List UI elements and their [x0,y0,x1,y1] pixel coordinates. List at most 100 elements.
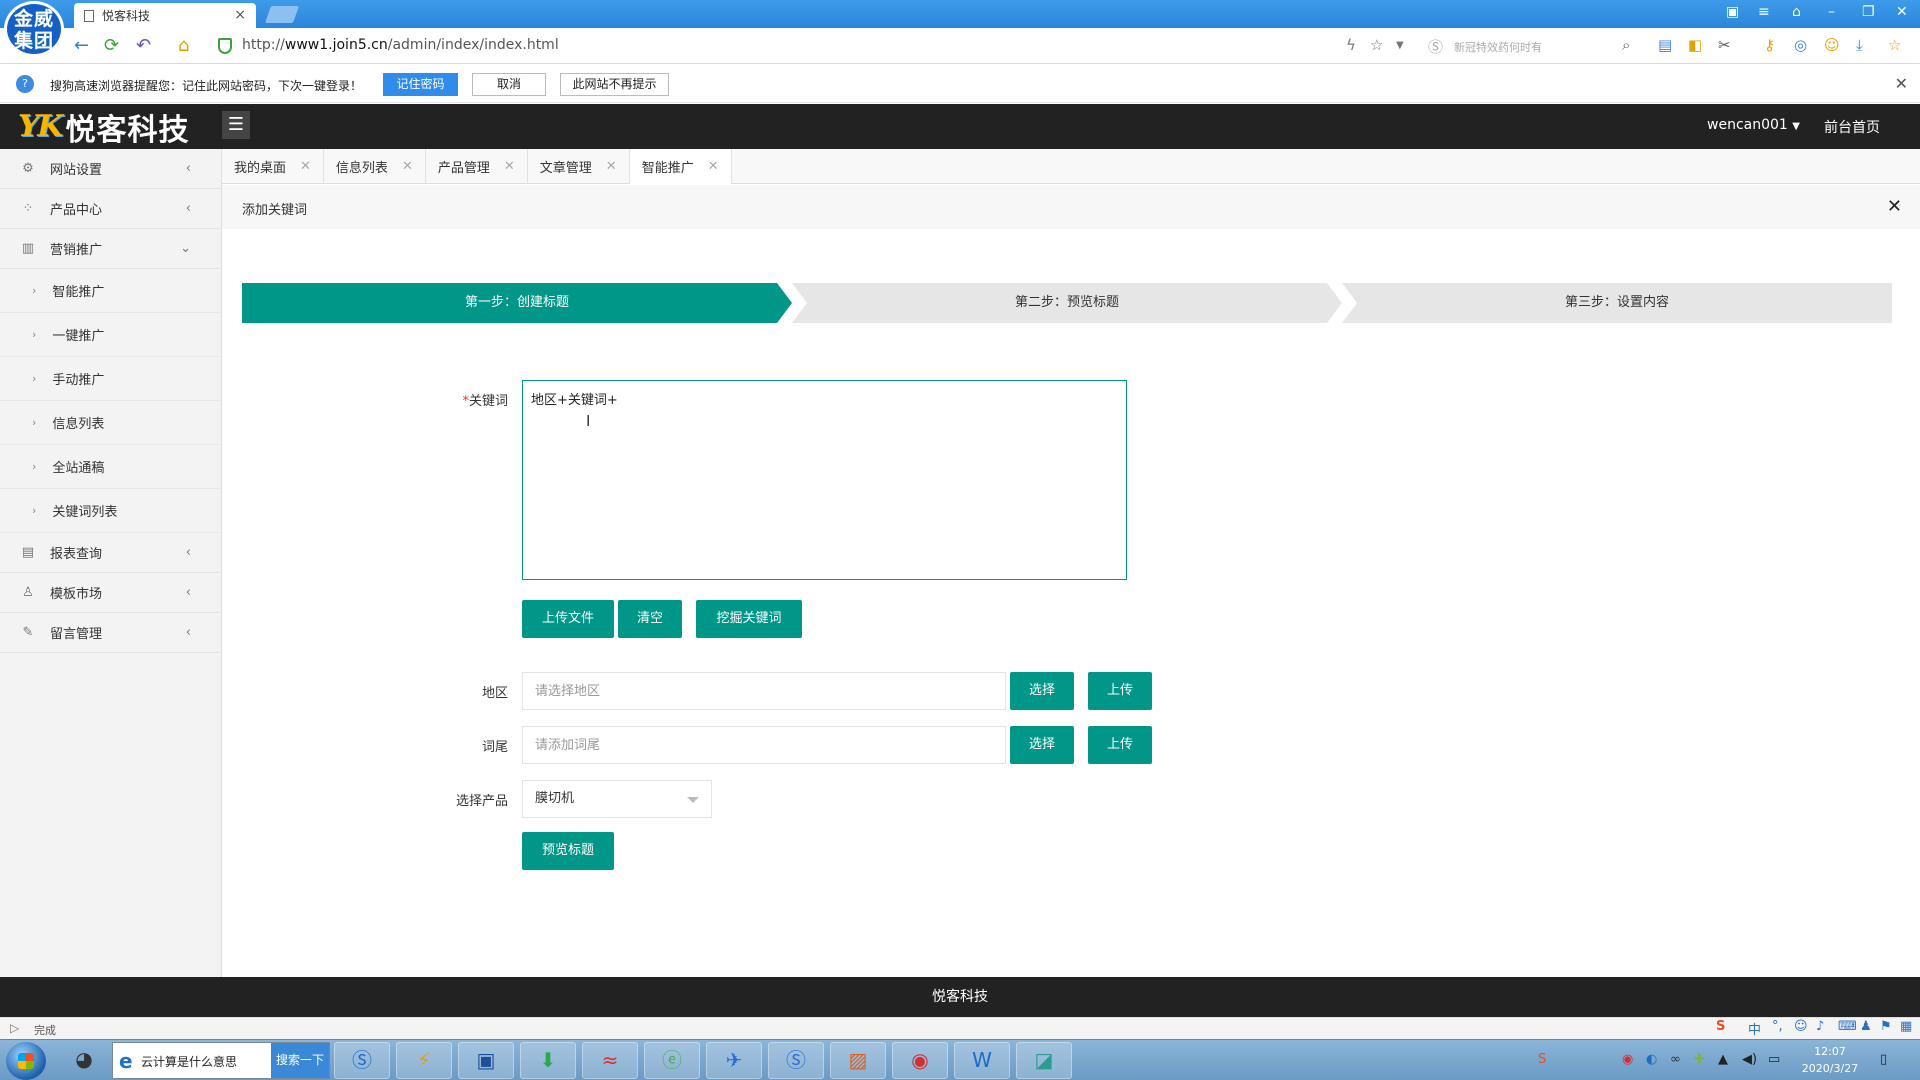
wps-icon[interactable]: W [954,1042,1010,1079]
sidebar-subitem-manual-promo[interactable]: › 手动推广 [0,357,221,401]
security-icon[interactable]: ✚ [1694,1052,1705,1067]
tab-product-management[interactable]: 产品管理 ✕ [426,149,528,184]
undo-icon[interactable]: ↶ [136,35,151,56]
taskbar-search-button[interactable]: 搜索一下 [271,1043,329,1078]
sidebar-item-marketing[interactable]: ▥ 营销推广 ⌄ [0,229,221,269]
sogou-tray-icon-2[interactable]: ◐ [1646,1052,1657,1067]
menu-icon[interactable]: ≡ [1758,4,1770,20]
taskbar-search[interactable]: e 云计算是什么意思 搜索一下 [112,1042,330,1079]
flag-icon[interactable]: ▭ [1768,1052,1780,1067]
suffix-input[interactable] [522,726,1006,764]
start-button[interactable] [6,1042,46,1080]
taskbar-search-input[interactable]: 云计算是什么意思 [141,1053,237,1070]
translate-icon[interactable]: ▤ [1658,36,1672,54]
sogou-browser-icon[interactable]: Ⓢ [334,1042,390,1079]
home-icon[interactable]: ⌂ [178,35,189,56]
ftp-icon[interactable]: ⚡ [396,1042,452,1079]
flash-icon[interactable]: ϟ [1346,36,1356,54]
sogou-input-icon[interactable]: Ⓢ [768,1042,824,1079]
punctuation-icon[interactable]: °, [1772,1019,1783,1034]
mic-icon[interactable]: ♪ [1816,1019,1824,1034]
browser-search-input[interactable]: 新冠特效药何时有 [1454,39,1542,55]
bookmark-star-icon[interactable]: ☆ [1370,36,1383,54]
skin-icon[interactable]: ⚑ [1880,1019,1892,1034]
image-viewer-icon[interactable]: ▨ [830,1042,886,1079]
dingtalk-icon[interactable]: ✈ [706,1042,762,1079]
record-icon[interactable]: ◉ [1622,1052,1633,1067]
sogou-tray-icon[interactable]: S [1538,1052,1546,1067]
close-icon[interactable]: ✕ [606,159,617,174]
clear-button[interactable]: 清空 [618,600,682,638]
sidebar-subitem-press-release[interactable]: › 全站通稿 [0,445,221,489]
favorites-icon[interactable]: ☆ [1888,36,1901,54]
sogou-ime-icon[interactable]: S [1716,1019,1725,1034]
tab-my-desktop[interactable]: 我的桌面 ✕ [222,149,324,184]
download-icon[interactable]: ⤓ [1856,36,1863,54]
minimize-button[interactable]: – [1828,4,1835,20]
tab-smart-promo[interactable]: 智能推广 ✕ [629,149,732,184]
browser-tab[interactable]: 悦客科技 × [74,3,256,28]
desktop-app-icon[interactable]: ◪ [1016,1042,1072,1079]
close-icon[interactable]: ✕ [504,159,515,174]
volume-icon[interactable]: ◀) [1742,1052,1757,1067]
extension-icon[interactable]: ◧ [1688,36,1702,54]
back-icon[interactable]: ← [74,35,89,56]
download-manager-icon[interactable]: ⬇ [520,1042,576,1079]
suffix-select-button[interactable]: 选择 [1010,726,1074,764]
close-icon[interactable]: ✕ [708,159,719,174]
sidebar-item-reports[interactable]: ▤ 报表查询 ‹ [0,533,221,573]
iqiyi-icon[interactable]: ⓔ [644,1042,700,1079]
refresh-icon[interactable]: ⟳ [104,35,119,56]
user-menu[interactable]: wencan001 ▼ [1707,117,1800,133]
screenshot-icon[interactable]: ✂ [1718,36,1731,54]
media-player-icon[interactable]: ◉ [892,1042,948,1079]
region-upload-button[interactable]: 上传 [1088,672,1152,710]
region-input[interactable] [522,672,1006,710]
toolbox-icon[interactable]: ▦ [1900,1019,1912,1034]
upload-file-button[interactable]: 上传文件 [522,600,614,638]
tab-article-management[interactable]: 文章管理 ✕ [528,149,630,184]
close-icon[interactable]: ✕ [1887,196,1902,217]
sidebar-subitem-keyword-list[interactable]: › 关键词列表 [0,489,221,533]
cancel-button[interactable]: 取消 [472,73,546,96]
close-window-button[interactable]: ✕ [1896,4,1908,20]
never-remind-button[interactable]: 此网站不再提示 [560,73,669,96]
preview-title-button[interactable]: 预览标题 [522,832,614,870]
sidebar-item-products[interactable]: ⁘ 产品中心 ‹ [0,189,221,229]
skin-icon[interactable]: ⌂ [1792,4,1801,20]
close-icon[interactable]: ✕ [300,159,311,174]
sidebar-item-site-settings[interactable]: ⚙ 网站设置 ‹ [0,149,221,189]
sidebar-subitem-smart-promo[interactable]: › 智能推广 [0,269,221,313]
system-clock[interactable]: 12:07 2020/3/27 [1790,1043,1870,1077]
keyword-textarea[interactable] [522,380,1127,580]
menu-toggle-button[interactable]: ☰ [222,111,250,139]
network-icon[interactable]: ▣ [458,1042,514,1079]
sidebar-subitem-info-list[interactable]: › 信息列表 [0,401,221,445]
remember-password-button[interactable]: 记住密码 [383,73,458,96]
tab-info-list[interactable]: 信息列表 ✕ [324,149,426,184]
new-tab-button[interactable] [264,6,300,23]
emoji-icon[interactable]: ☺ [1794,1019,1808,1034]
chain-icon[interactable]: ∞ [1670,1052,1681,1067]
dropdown-icon[interactable]: ▼ [1396,40,1404,51]
product-select[interactable]: 膜切机 [522,780,712,818]
url-field[interactable]: http://www1.join5.cn/admin/index/index.h… [242,37,559,53]
browser-search[interactable]: Ⓢ 新冠特效药何时有 ⌕ [1424,34,1642,58]
sidebar-item-messages[interactable]: ✎ 留言管理 ‹ [0,613,221,653]
more-icon[interactable]: ☺ [1824,36,1840,54]
suffix-upload-button[interactable]: 上传 [1088,726,1152,764]
notification-icon[interactable]: ▯ [1880,1052,1887,1067]
tools-icon[interactable]: ◎ [1794,36,1807,54]
frontend-home-link[interactable]: 前台首页 [1824,117,1880,137]
network-tray-icon[interactable]: ▲ [1718,1052,1728,1067]
app-icon-1[interactable]: ◕ [56,1042,112,1079]
keyboard-icon[interactable]: ⌨ [1838,1019,1857,1034]
search-icon[interactable]: ⌕ [1622,36,1630,54]
restore-button[interactable]: ❐ [1862,4,1875,20]
region-select-button[interactable]: 选择 [1010,672,1074,710]
ime-mode-icon[interactable]: 中 [1748,1019,1761,1038]
close-notification-icon[interactable]: ✕ [1895,74,1908,93]
close-tab-icon[interactable]: × [234,7,246,23]
key-icon[interactable]: ⚷ [1764,36,1775,54]
user-icon[interactable]: ♟ [1860,1019,1872,1034]
